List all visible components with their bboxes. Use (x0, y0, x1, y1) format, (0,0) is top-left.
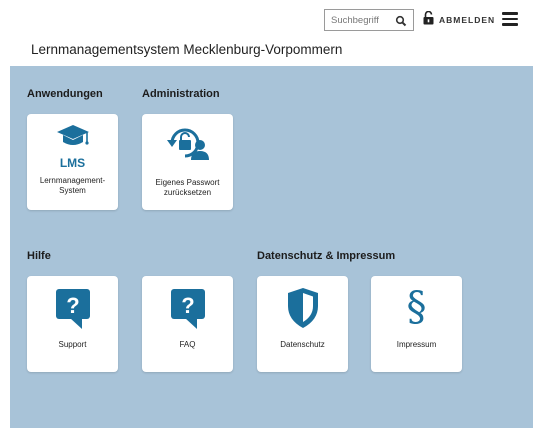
tile-lms[interactable]: LMS Lernmanagement- System (27, 114, 118, 210)
tile-faq[interactable]: ? FAQ (142, 276, 233, 372)
shield-icon (257, 287, 348, 329)
tile-label-impressum: Impressum (396, 340, 437, 349)
top-bar: ABMELDEN (0, 0, 533, 40)
section-heading-hilfe: Hilfe (27, 250, 51, 262)
tile-label-datenschutz: Datenschutz (280, 340, 325, 349)
impressum-icon-text: § (406, 284, 427, 330)
logout-button[interactable]: ABMELDEN (423, 10, 496, 30)
graduation-cap-icon (27, 123, 118, 151)
search-icon[interactable] (395, 14, 407, 27)
main-area: Anwendungen Administration LMS Lernmanag… (10, 66, 533, 428)
search-input[interactable] (331, 11, 393, 29)
tile-label-lms: Lernmanagement- System (39, 176, 106, 195)
site-title: Lernmanagementsystem Mecklenburg-Vorpomm… (31, 42, 343, 57)
section-heading-anwendungen: Anwendungen (27, 88, 103, 100)
question-bubble-icon: ? (142, 288, 233, 330)
question-bubble-icon: ? (27, 288, 118, 330)
tile-support[interactable]: ? Support (27, 276, 118, 372)
faq-icon-text: ? (181, 293, 194, 318)
tile-datenschutz[interactable]: Datenschutz (257, 276, 348, 372)
search-box[interactable] (324, 9, 414, 31)
lms-icon-text: LMS (59, 156, 86, 170)
logout-label: ABMELDEN (439, 15, 496, 25)
tile-label-support: Support (58, 340, 87, 349)
unlock-icon (423, 10, 434, 30)
section-heading-administration: Administration (142, 88, 220, 100)
tile-impressum[interactable]: § Impressum (371, 276, 462, 372)
tile-label-faq: FAQ (179, 340, 196, 349)
paragraph-sign-icon: § (371, 284, 462, 330)
support-icon-text: ? (66, 293, 79, 318)
tile-label-password-reset: Eigenes Passwort zurücksetzen (155, 178, 220, 197)
section-heading-datenschutz-impressum: Datenschutz & Impressum (257, 250, 396, 262)
tile-password-reset[interactable]: Eigenes Passwort zurücksetzen (142, 114, 233, 210)
password-reset-icon (142, 125, 233, 161)
hamburger-menu-icon[interactable] (502, 12, 518, 26)
